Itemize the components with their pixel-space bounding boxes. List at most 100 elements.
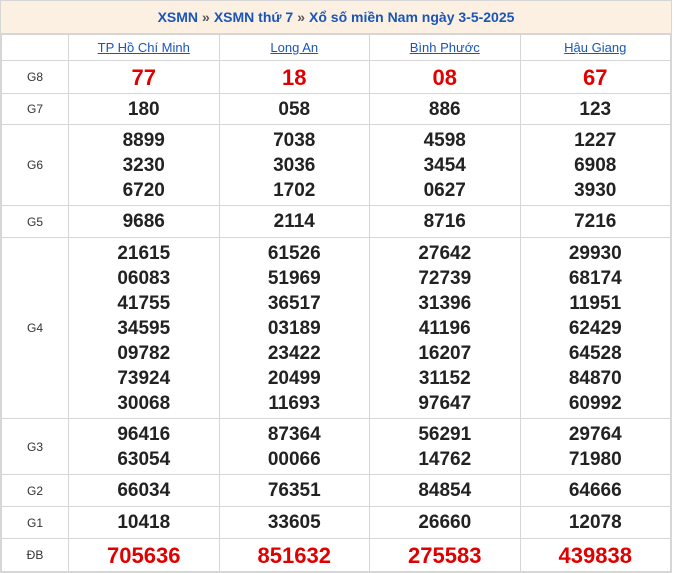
- province-link-long-an[interactable]: Long An: [270, 40, 318, 55]
- prize-cell: 56291 14762: [369, 418, 521, 475]
- prize-cell: 4598 3454 0627: [369, 124, 521, 206]
- province-link-tp-ho-chi-minh[interactable]: TP Hồ Chí Minh: [98, 40, 190, 55]
- prize-number: 31396: [418, 292, 472, 314]
- prize-cell: 2114: [218, 205, 370, 238]
- prize-cell: 66034: [68, 474, 220, 507]
- prize-cell: 29764 71980: [519, 418, 671, 475]
- prize-number: 058: [278, 98, 311, 120]
- prize-number: 06083: [117, 267, 171, 289]
- prize-cell: 96416 63054: [68, 418, 220, 475]
- prize-label: ĐB: [1, 538, 69, 572]
- prize-cell: 7038 3036 1702: [218, 124, 370, 206]
- prize-row-g4: G4 21615 06083 41755 34595 09782 73924 30068 615…: [1, 237, 671, 419]
- prize-row-g5: G5 9686 2114 8716 7216: [1, 205, 671, 238]
- prize-label: G6: [1, 124, 69, 206]
- prize-number: 1227: [574, 129, 617, 151]
- prize-number: 21615: [117, 242, 171, 264]
- prize-number: 60992: [568, 392, 622, 414]
- prize-row-g8: G8 77 18 08 67: [1, 60, 671, 94]
- prize-number: 705636: [107, 542, 181, 568]
- prize-number: 12078: [568, 512, 622, 533]
- prize-number: 275583: [408, 542, 482, 568]
- breadcrumb-link-xsmn[interactable]: XSMN: [158, 9, 198, 25]
- prize-number: 3454: [423, 154, 466, 176]
- province-header-row: TP Hồ Chí Minh Long An Bình Phước Hậu Gi…: [1, 34, 671, 61]
- prize-cell: 058: [218, 93, 370, 125]
- prize-number: 08: [432, 64, 457, 90]
- prize-number: 30068: [117, 392, 171, 414]
- prize-number: 7038: [273, 129, 316, 151]
- breadcrumb-separator: »: [297, 9, 305, 25]
- breadcrumb-current-page[interactable]: Xổ số miền Nam ngày 3-5-2025: [309, 9, 514, 25]
- prize-cell: 29930 68174 11951 62429 64528 84870 60992: [519, 237, 671, 419]
- prize-cell: 64666: [519, 474, 671, 507]
- province-header: Bình Phước: [369, 34, 521, 61]
- prize-number: 64666: [568, 480, 622, 501]
- prize-cell: 123: [519, 93, 671, 125]
- prize-row-gdb: ĐB 705636 851632 275583 439838: [1, 538, 671, 572]
- breadcrumb-link-xsmn-saturday[interactable]: XSMN thứ 7: [214, 9, 293, 25]
- prize-cell: 61526 51969 36517 03189 23422 20499 11693: [218, 237, 370, 419]
- prize-cell: 1227 6908 3930: [519, 124, 671, 206]
- results-container: XSMN» XSMN thứ 7» Xổ số miền Nam ngày 3-5-…: [0, 0, 672, 573]
- prize-row-g7: G7 180 058 886 123: [1, 93, 671, 125]
- prize-number: 33605: [267, 512, 321, 533]
- prize-cell: 8716: [369, 205, 521, 238]
- prize-number: 23422: [267, 342, 321, 364]
- prize-label: G8: [1, 60, 69, 94]
- prize-cell: 21615 06083 41755 34595 09782 73924 30068: [68, 237, 220, 419]
- prize-number: 18: [282, 64, 307, 90]
- prize-number: 00066: [267, 448, 321, 470]
- prize-number: 66034: [117, 480, 171, 501]
- prize-number: 97647: [418, 392, 472, 414]
- prize-cell: 26660: [369, 506, 521, 539]
- prize-number: 41755: [117, 292, 171, 314]
- prize-number: 7216: [574, 211, 617, 232]
- prize-cell: 886: [369, 93, 521, 125]
- header-empty-cell: [1, 34, 69, 61]
- prize-number: 73924: [117, 367, 171, 389]
- province-header: Hậu Giang: [519, 34, 671, 61]
- prize-number: 9686: [122, 211, 165, 232]
- prize-number: 41196: [418, 317, 471, 339]
- prize-number: 3930: [574, 179, 617, 201]
- prize-label: G2: [1, 474, 69, 507]
- prize-cell: 9686: [68, 205, 220, 238]
- province-link-hau-giang[interactable]: Hậu Giang: [564, 40, 626, 55]
- prize-cell: 77: [68, 60, 220, 94]
- prize-number: 14762: [418, 448, 472, 470]
- prize-number: 1702: [273, 179, 316, 201]
- prize-cell: 8899 3230 6720: [68, 124, 220, 206]
- prize-number: 77: [131, 64, 156, 90]
- prize-number: 29930: [568, 242, 622, 264]
- prize-number: 96416: [117, 423, 171, 445]
- prize-number: 3036: [273, 154, 316, 176]
- prize-number: 0627: [423, 179, 466, 201]
- prize-cell: 76351: [218, 474, 370, 507]
- prize-number: 84854: [418, 480, 472, 501]
- prize-number: 3230: [122, 154, 165, 176]
- prize-label: G4: [1, 237, 69, 419]
- prize-number: 67: [583, 64, 608, 90]
- prize-cell: 67: [519, 60, 671, 94]
- prize-number: 20499: [267, 367, 321, 389]
- prize-number: 11951: [569, 292, 622, 314]
- prize-number: 72739: [418, 267, 472, 289]
- prize-number: 03189: [267, 317, 321, 339]
- prize-number: 62429: [568, 317, 622, 339]
- prize-cell: 10418: [68, 506, 220, 539]
- prize-label: G1: [1, 506, 69, 539]
- prize-number: 4598: [423, 129, 466, 151]
- prize-label: G7: [1, 93, 69, 125]
- prize-label: G3: [1, 418, 69, 475]
- province-link-binh-phuoc[interactable]: Bình Phước: [410, 40, 480, 55]
- prize-cell: 275583: [369, 538, 521, 572]
- prize-number: 8716: [423, 211, 466, 232]
- prize-number: 76351: [267, 480, 321, 501]
- prize-number: 34595: [117, 317, 171, 339]
- prize-number: 180: [127, 98, 160, 120]
- prize-number: 56291: [418, 423, 472, 445]
- prize-number: 26660: [418, 512, 472, 533]
- prize-number: 36517: [267, 292, 321, 314]
- province-header: TP Hồ Chí Minh: [68, 34, 220, 61]
